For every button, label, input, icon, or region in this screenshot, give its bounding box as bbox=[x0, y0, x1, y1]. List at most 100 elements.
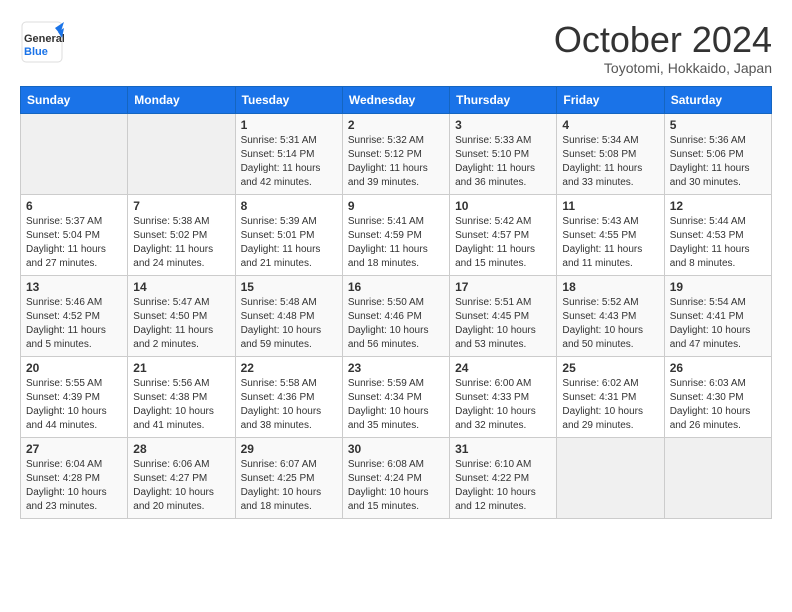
day-info: Sunrise: 6:06 AMSunset: 4:27 PMDaylight:… bbox=[133, 458, 229, 514]
calendar-cell: 30 Sunrise: 6:08 AMSunset: 4:24 PMDayligh… bbox=[342, 437, 449, 518]
day-info: Sunrise: 5:33 AMSunset: 5:10 PMDaylight:… bbox=[455, 134, 551, 190]
day-number: 2 bbox=[348, 118, 444, 132]
calendar-cell: 13 Sunrise: 5:46 AMSunset: 4:52 PMDayligh… bbox=[21, 275, 128, 356]
day-info: Sunrise: 5:44 AMSunset: 4:53 PMDaylight:… bbox=[670, 215, 766, 271]
day-info: Sunrise: 5:52 AMSunset: 4:43 PMDaylight:… bbox=[562, 296, 658, 352]
weekday-header: Tuesday bbox=[235, 86, 342, 113]
day-info: Sunrise: 5:46 AMSunset: 4:52 PMDaylight:… bbox=[26, 296, 122, 352]
day-info: Sunrise: 5:42 AMSunset: 4:57 PMDaylight:… bbox=[455, 215, 551, 271]
calendar-cell: 20Sunrise: 5:55 AMSunset: 4:39 PMDayligh… bbox=[21, 356, 128, 437]
day-info: Sunrise: 5:34 AMSunset: 5:08 PMDaylight:… bbox=[562, 134, 658, 190]
weekday-header: Sunday bbox=[21, 86, 128, 113]
calendar-cell: 24Sunrise: 6:00 AMSunset: 4:33 PMDayligh… bbox=[450, 356, 557, 437]
day-number: 18 bbox=[562, 280, 658, 294]
calendar-cell: 22 Sunrise: 5:58 AMSunset: 4:36 PMDayligh… bbox=[235, 356, 342, 437]
day-number: 4 bbox=[562, 118, 658, 132]
day-number: 17 bbox=[455, 280, 551, 294]
svg-text:General: General bbox=[24, 33, 64, 45]
day-number: 5 bbox=[670, 118, 766, 132]
weekday-header: Friday bbox=[557, 86, 664, 113]
calendar-cell: 4 Sunrise: 5:34 AMSunset: 5:08 PMDaylight… bbox=[557, 113, 664, 194]
calendar-week-row: 1Sunrise: 5:31 AMSunset: 5:14 PMDaylight… bbox=[21, 113, 772, 194]
calendar-cell: 27 Sunrise: 6:04 AMSunset: 4:28 PMDayligh… bbox=[21, 437, 128, 518]
page-header: General Blue October 2024 Toyotomi, Hokk… bbox=[20, 20, 772, 76]
calendar-cell: 23 Sunrise: 5:59 AMSunset: 4:34 PMDayligh… bbox=[342, 356, 449, 437]
day-number: 10 bbox=[455, 199, 551, 213]
day-number: 27 bbox=[26, 442, 122, 456]
calendar-cell: 31Sunrise: 6:10 AMSunset: 4:22 PMDayligh… bbox=[450, 437, 557, 518]
calendar-cell: 3 Sunrise: 5:33 AMSunset: 5:10 PMDaylight… bbox=[450, 113, 557, 194]
day-number: 22 bbox=[241, 361, 337, 375]
day-number: 23 bbox=[348, 361, 444, 375]
day-info: Sunrise: 5:38 AMSunset: 5:02 PMDaylight:… bbox=[133, 215, 229, 271]
day-info: Sunrise: 6:04 AMSunset: 4:28 PMDaylight:… bbox=[26, 458, 122, 514]
day-info: Sunrise: 5:58 AMSunset: 4:36 PMDaylight:… bbox=[241, 377, 337, 433]
month-title: October 2024 bbox=[554, 20, 772, 60]
day-number: 16 bbox=[348, 280, 444, 294]
logo-icon: General Blue bbox=[20, 20, 64, 64]
weekday-header: Thursday bbox=[450, 86, 557, 113]
logo: General Blue bbox=[20, 20, 64, 64]
day-info: Sunrise: 5:36 AMSunset: 5:06 PMDaylight:… bbox=[670, 134, 766, 190]
day-info: Sunrise: 5:56 AMSunset: 4:38 PMDaylight:… bbox=[133, 377, 229, 433]
day-info: Sunrise: 5:59 AMSunset: 4:34 PMDaylight:… bbox=[348, 377, 444, 433]
day-number: 3 bbox=[455, 118, 551, 132]
calendar-cell: 10 Sunrise: 5:42 AMSunset: 4:57 PMDayligh… bbox=[450, 194, 557, 275]
calendar-week-row: 13 Sunrise: 5:46 AMSunset: 4:52 PMDayligh… bbox=[21, 275, 772, 356]
calendar-cell bbox=[557, 437, 664, 518]
day-info: Sunrise: 6:03 AMSunset: 4:30 PMDaylight:… bbox=[670, 377, 766, 433]
day-number: 25 bbox=[562, 361, 658, 375]
calendar-cell: 18 Sunrise: 5:52 AMSunset: 4:43 PMDayligh… bbox=[557, 275, 664, 356]
day-info: Sunrise: 6:08 AMSunset: 4:24 PMDaylight:… bbox=[348, 458, 444, 514]
calendar-week-row: 20Sunrise: 5:55 AMSunset: 4:39 PMDayligh… bbox=[21, 356, 772, 437]
day-number: 14 bbox=[133, 280, 229, 294]
calendar-cell: 25 Sunrise: 6:02 AMSunset: 4:31 PMDayligh… bbox=[557, 356, 664, 437]
day-info: Sunrise: 5:50 AMSunset: 4:46 PMDaylight:… bbox=[348, 296, 444, 352]
weekday-header: Monday bbox=[128, 86, 235, 113]
calendar-cell: 5 Sunrise: 5:36 AMSunset: 5:06 PMDaylight… bbox=[664, 113, 771, 194]
day-number: 12 bbox=[670, 199, 766, 213]
day-number: 15 bbox=[241, 280, 337, 294]
day-info: Sunrise: 5:48 AMSunset: 4:48 PMDaylight:… bbox=[241, 296, 337, 352]
day-number: 7 bbox=[133, 199, 229, 213]
calendar-cell: 9 Sunrise: 5:41 AMSunset: 4:59 PMDaylight… bbox=[342, 194, 449, 275]
calendar-cell: 16 Sunrise: 5:50 AMSunset: 4:46 PMDayligh… bbox=[342, 275, 449, 356]
day-info: Sunrise: 6:07 AMSunset: 4:25 PMDaylight:… bbox=[241, 458, 337, 514]
day-number: 9 bbox=[348, 199, 444, 213]
day-info: Sunrise: 5:41 AMSunset: 4:59 PMDaylight:… bbox=[348, 215, 444, 271]
day-number: 30 bbox=[348, 442, 444, 456]
calendar-cell: 6Sunrise: 5:37 AMSunset: 5:04 PMDaylight… bbox=[21, 194, 128, 275]
day-number: 8 bbox=[241, 199, 337, 213]
calendar-cell: 1Sunrise: 5:31 AMSunset: 5:14 PMDaylight… bbox=[235, 113, 342, 194]
calendar-week-row: 6Sunrise: 5:37 AMSunset: 5:04 PMDaylight… bbox=[21, 194, 772, 275]
day-number: 29 bbox=[241, 442, 337, 456]
day-info: Sunrise: 5:32 AMSunset: 5:12 PMDaylight:… bbox=[348, 134, 444, 190]
svg-text:Blue: Blue bbox=[24, 46, 48, 58]
day-number: 26 bbox=[670, 361, 766, 375]
day-info: Sunrise: 5:39 AMSunset: 5:01 PMDaylight:… bbox=[241, 215, 337, 271]
day-number: 19 bbox=[670, 280, 766, 294]
calendar-cell: 17Sunrise: 5:51 AMSunset: 4:45 PMDayligh… bbox=[450, 275, 557, 356]
weekday-header: Saturday bbox=[664, 86, 771, 113]
day-number: 6 bbox=[26, 199, 122, 213]
calendar-cell: 11Sunrise: 5:43 AMSunset: 4:55 PMDayligh… bbox=[557, 194, 664, 275]
location: Toyotomi, Hokkaido, Japan bbox=[554, 60, 772, 76]
calendar-cell bbox=[128, 113, 235, 194]
title-block: October 2024 Toyotomi, Hokkaido, Japan bbox=[554, 20, 772, 76]
calendar-cell bbox=[21, 113, 128, 194]
header-row: SundayMondayTuesdayWednesdayThursdayFrid… bbox=[21, 86, 772, 113]
day-number: 31 bbox=[455, 442, 551, 456]
calendar-cell: 15 Sunrise: 5:48 AMSunset: 4:48 PMDayligh… bbox=[235, 275, 342, 356]
calendar-cell: 2 Sunrise: 5:32 AMSunset: 5:12 PMDaylight… bbox=[342, 113, 449, 194]
calendar-cell: 28 Sunrise: 6:06 AMSunset: 4:27 PMDayligh… bbox=[128, 437, 235, 518]
calendar-table: SundayMondayTuesdayWednesdayThursdayFrid… bbox=[20, 86, 772, 519]
calendar-week-row: 27 Sunrise: 6:04 AMSunset: 4:28 PMDayligh… bbox=[21, 437, 772, 518]
day-number: 13 bbox=[26, 280, 122, 294]
day-info: Sunrise: 5:43 AMSunset: 4:55 PMDaylight:… bbox=[562, 215, 658, 271]
day-number: 28 bbox=[133, 442, 229, 456]
day-info: Sunrise: 6:02 AMSunset: 4:31 PMDaylight:… bbox=[562, 377, 658, 433]
calendar-cell: 8 Sunrise: 5:39 AMSunset: 5:01 PMDaylight… bbox=[235, 194, 342, 275]
day-info: Sunrise: 6:00 AMSunset: 4:33 PMDaylight:… bbox=[455, 377, 551, 433]
day-number: 1 bbox=[241, 118, 337, 132]
day-info: Sunrise: 5:55 AMSunset: 4:39 PMDaylight:… bbox=[26, 377, 122, 433]
